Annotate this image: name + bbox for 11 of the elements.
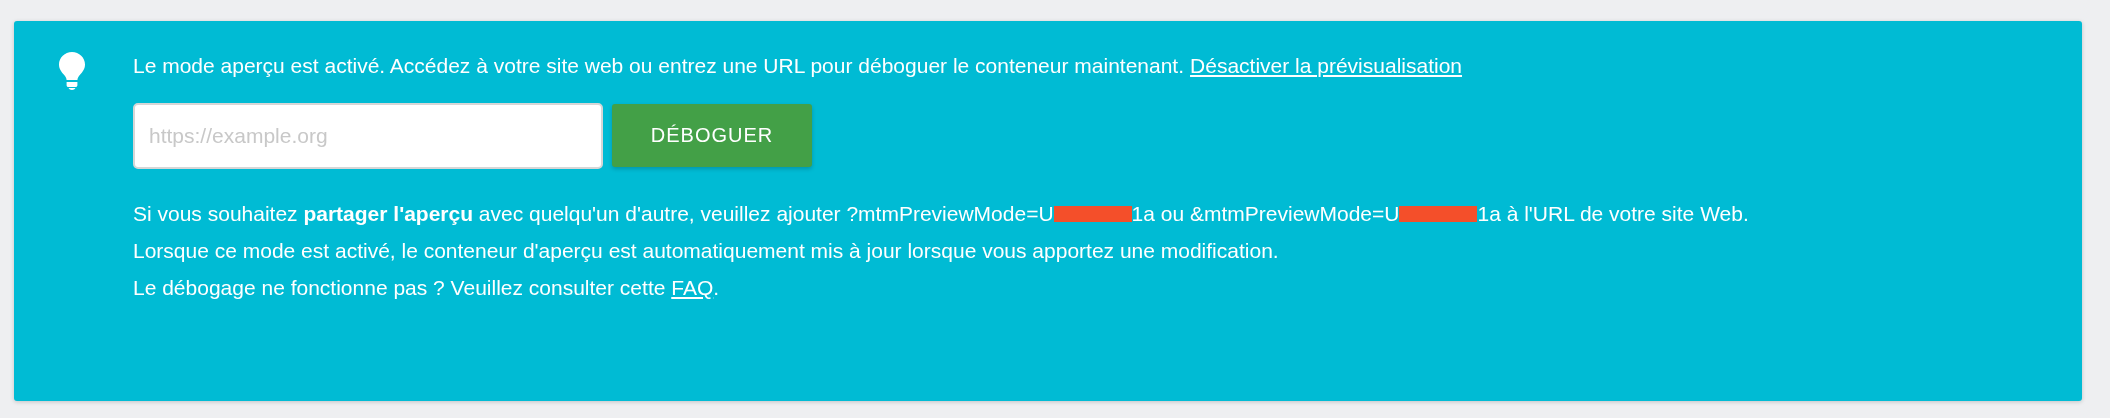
debug-button[interactable]: DÉBOGUER bbox=[612, 104, 812, 167]
share-instructions-text: Si vous souhaitez partager l'aperçu avec quelqu'un d'autre, veuillez ajouter ?mtmPreviewMode=U bbox=[133, 202, 1054, 225]
faq-link[interactable]: FAQ bbox=[671, 276, 714, 299]
share-instructions-text: 1a ou &mtmPreviewMode=U bbox=[1131, 202, 1400, 225]
auto-update-text: Lorsque ce mode est activé, le conteneur d'aperçu est automatiquement mis à jour lorsque vous apportez une modification. bbox=[133, 239, 1279, 262]
notice-message: Le mode aperçu est activé. Accédez à votre site web ou entrez une URL pour déboguer le conteneur maintenant. bbox=[133, 54, 1185, 77]
faq-period: . bbox=[713, 276, 720, 299]
faq-text: Le débogage ne fonctionne pas ? Veuillez consulter cette bbox=[133, 276, 666, 299]
share-instructions-text: 1a à l'URL de votre site Web. bbox=[1477, 202, 1749, 225]
disable-preview-link[interactable]: Désactiver la prévisualisation bbox=[1190, 54, 1462, 77]
lightbulb-icon bbox=[58, 51, 86, 91]
